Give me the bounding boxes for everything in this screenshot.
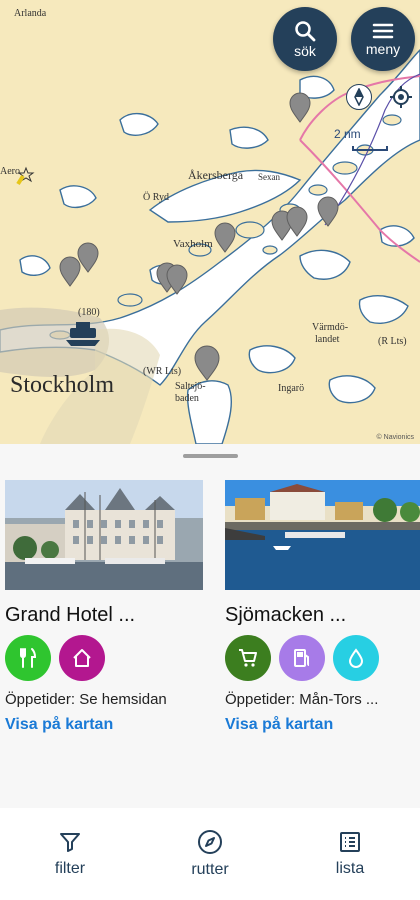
map-label-180: (180) (78, 307, 100, 318)
compass-icon[interactable] (346, 84, 372, 110)
menu-button[interactable]: meny (351, 7, 415, 71)
menu-button-label: meny (365, 40, 401, 57)
restaurant-icon (5, 635, 51, 681)
map-label-rlts: (R Lts) (378, 336, 407, 347)
place-photo (5, 480, 203, 590)
map-label-varmdolandet-line1: Värmdö- (312, 322, 349, 333)
bottom-navigation: filter rutter lista (0, 808, 420, 900)
map-label-arlanda: Arlanda (14, 8, 47, 19)
menu-icon (372, 23, 394, 38)
place-title: Grand Hotel ... (5, 604, 136, 626)
place-card-sjomacken[interactable]: Sjömacken ... Öppetider: Mån-Tors ... Vi… (225, 480, 420, 734)
nav-routes[interactable]: rutter (160, 829, 260, 879)
fuel-icon (279, 635, 325, 681)
place-photo (225, 480, 420, 590)
map-label-oryd: Ö Ryd (143, 192, 169, 203)
map-label-varmdolandet-line2: landet (315, 334, 340, 345)
my-location-icon[interactable] (388, 84, 414, 110)
sheet-drag-handle[interactable] (183, 454, 238, 458)
show-on-map-link[interactable]: Visa på kartan (225, 716, 420, 734)
filter-icon (60, 833, 80, 852)
nav-filter[interactable]: filter (20, 830, 120, 878)
results-sheet[interactable]: Grand Hotel ... Öppetider: Se hemsidan V… (0, 444, 420, 808)
compass-icon (198, 830, 222, 854)
opening-hours: Öppetider: Mån-Tors ... (225, 691, 379, 708)
nav-filter-label: filter (54, 860, 86, 877)
category-icons (5, 635, 205, 681)
search-button-label: sök (294, 42, 316, 59)
map-scale-bar (352, 146, 388, 151)
map-label-vaxholm: Vaxholm (173, 238, 213, 250)
map-label-aero: Aero (0, 166, 20, 177)
map-label-ingaro: Ingarö (278, 383, 305, 394)
map-label-sexan: Sexan (258, 172, 280, 182)
app-screen: Arlanda Aero Åkersberga Ö Ryd Sexan Vaxh… (0, 0, 420, 900)
map-scale-label: 2 nm (334, 127, 361, 141)
search-icon (295, 20, 316, 41)
airport-icon (16, 166, 35, 186)
show-on-map-link[interactable]: Visa på kartan (5, 716, 205, 734)
category-icons (225, 635, 420, 681)
shop-icon (225, 635, 271, 681)
place-card-grand-hotel[interactable]: Grand Hotel ... Öppetider: Se hemsidan V… (5, 480, 205, 734)
opening-hours: Öppetider: Se hemsidan (5, 691, 167, 708)
map-label-stockholm: Stockholm (10, 372, 115, 398)
search-button[interactable]: sök (273, 7, 337, 71)
water-icon (333, 635, 379, 681)
nav-list-label: lista (335, 860, 365, 877)
place-title: Sjömacken ... (225, 604, 347, 626)
map-label-akersberga: Åkersberga (188, 168, 244, 182)
map-label-wrlts: (WR Lts) (143, 366, 182, 377)
map-copyright: © Navionics (376, 434, 414, 441)
nav-list[interactable]: lista (300, 830, 400, 878)
map-label-saltsjobaden-line1: Saltsjö- (175, 381, 206, 392)
map-label-saltsjobaden-line2: baden (175, 393, 199, 404)
nautical-map[interactable]: Arlanda Aero Åkersberga Ö Ryd Sexan Vaxh… (0, 0, 420, 444)
accommodation-icon (59, 635, 105, 681)
nav-routes-label: rutter (191, 861, 229, 878)
list-icon (340, 832, 360, 852)
